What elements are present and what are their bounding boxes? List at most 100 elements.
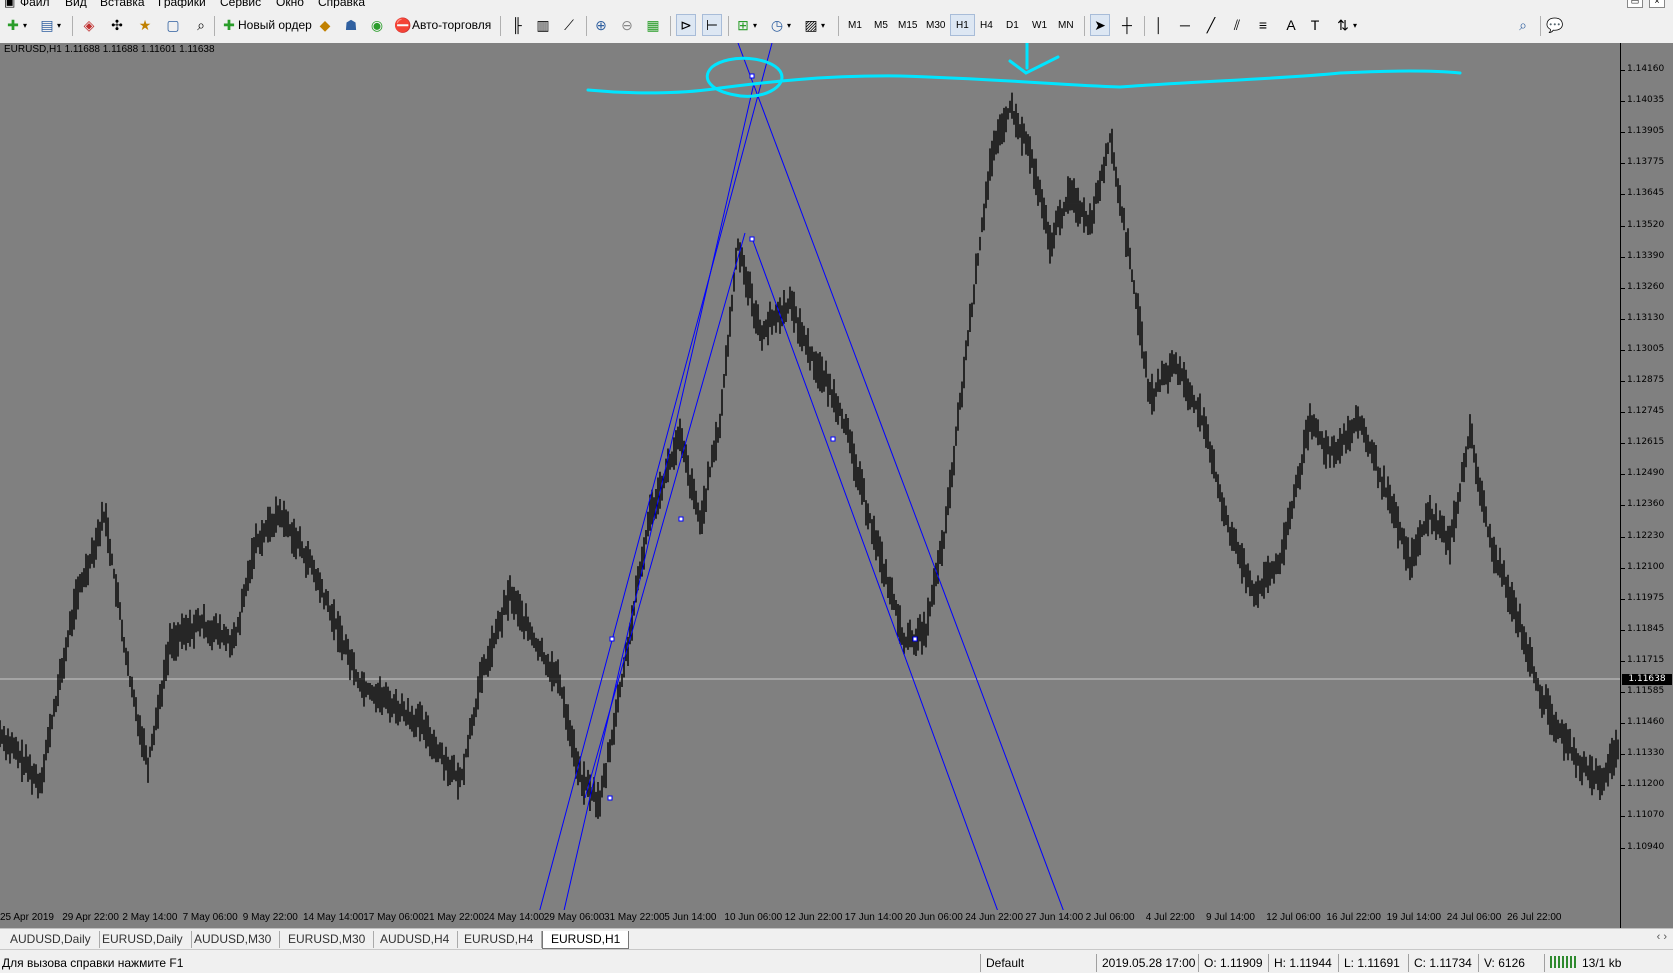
tab-audusd-h4[interactable]: AUDUSD,H4 xyxy=(372,931,459,948)
candlestick-button[interactable]: ▥ xyxy=(534,14,552,36)
price-chart[interactable]: EURUSD,H1 1.11688 1.11688 1.11601 1.1163… xyxy=(0,43,1620,928)
horizontal-line-button[interactable]: ─ xyxy=(1176,14,1194,36)
price-label: 1.13775 xyxy=(1620,157,1665,168)
menu-charts[interactable]: Графики xyxy=(158,0,206,8)
menu-view[interactable]: Вид xyxy=(65,0,87,8)
new-chart-button[interactable]: ✚ ▾ xyxy=(4,14,27,36)
text-button[interactable]: A xyxy=(1282,14,1300,36)
price-scale[interactable]: 1.14160 1.14035 1.13905 1.13775 1.13645 1.135… xyxy=(1620,43,1673,928)
text-label-button[interactable]: T xyxy=(1306,14,1324,36)
new-order-button[interactable]: ✚ Новый ордер xyxy=(220,14,312,36)
metaeditor-button[interactable]: ◆ xyxy=(316,14,334,36)
chart-tabs: AUDUSD,Daily EURUSD,Daily AUDUSD,M30 EUR… xyxy=(0,928,1673,950)
tab-scroll-arrows[interactable]: ‹ › xyxy=(1657,931,1667,943)
arrows-icon: ⇅ xyxy=(1337,17,1349,33)
tf-mn-button[interactable]: MN xyxy=(1058,14,1074,36)
tf-m15-button[interactable]: M15 xyxy=(898,14,917,36)
indicators-button[interactable]: ⊞ ▾ xyxy=(734,14,757,36)
close-window-icon[interactable]: × xyxy=(1649,0,1665,8)
data-window-button[interactable]: ★ xyxy=(136,14,154,36)
tf-h4-button[interactable]: H4 xyxy=(980,14,993,36)
time-label: 27 Jun 14:00 xyxy=(1025,912,1084,923)
tf-m1-button[interactable]: M1 xyxy=(848,14,862,36)
tab-audusd-m30[interactable]: AUDUSD,M30 xyxy=(186,931,281,948)
equidistant-channel-button[interactable]: ⫽ xyxy=(1228,14,1246,36)
profiles-icon: ▤ xyxy=(40,17,54,33)
menu-insert[interactable]: Вставка xyxy=(100,0,145,8)
tf-d1-button[interactable]: D1 xyxy=(1006,14,1019,36)
menu-window[interactable]: Окно xyxy=(276,0,304,8)
new-chart-icon: ✚ xyxy=(7,17,19,33)
trendline-button[interactable]: ╱ xyxy=(1202,14,1220,36)
arrows-button[interactable]: ⇅ ▾ xyxy=(1334,14,1357,36)
tf-w1-button[interactable]: W1 xyxy=(1032,14,1047,36)
tab-eurusd-h4[interactable]: EURUSD,H4 xyxy=(456,931,543,948)
tab-audusd-daily[interactable]: AUDUSD,Daily xyxy=(2,931,100,948)
price-label: 1.12875 xyxy=(1620,375,1665,385)
price-label: 1.14160 xyxy=(1620,64,1665,74)
terminal-button[interactable]: ▢ xyxy=(164,14,182,36)
crosshair-button[interactable]: ┼ xyxy=(1118,14,1136,36)
cursor-button[interactable]: ➤ xyxy=(1090,14,1110,36)
zoom-out-icon: ⊖ xyxy=(621,17,633,33)
mt-logo-icon[interactable]: ▣ xyxy=(4,0,15,8)
price-label: 1.11715 xyxy=(1620,654,1665,665)
autotrading-button[interactable]: ⛔ Авто-торговля xyxy=(394,14,491,36)
restore-window-icon[interactable]: ▭ xyxy=(1627,0,1643,8)
time-label: 20 Jun 06:00 xyxy=(905,912,963,923)
time-label: 24 Jun 22:00 xyxy=(965,912,1024,923)
tab-eurusd-h1[interactable]: EURUSD,H1 xyxy=(542,931,630,949)
vertical-line-icon: │ xyxy=(1154,17,1164,33)
market-watch-icon: ◈ xyxy=(83,17,95,33)
chart-shift-button[interactable]: ⊢ xyxy=(702,14,722,36)
price-label: 1.12100 xyxy=(1620,561,1665,572)
time-label: 16 Jul 22:00 xyxy=(1326,912,1381,923)
time-label: 17 May 06:00 xyxy=(363,912,424,923)
connection-status-icon[interactable] xyxy=(1550,956,1578,968)
price-label: 1.11200 xyxy=(1620,779,1665,790)
time-label: 14 May 14:00 xyxy=(303,912,364,923)
market-watch-button[interactable]: ◈ xyxy=(80,14,98,36)
price-label: 1.11460 xyxy=(1620,717,1665,728)
strategy-tester-button[interactable]: ⌕ xyxy=(192,14,210,36)
menu-file[interactable]: Файл xyxy=(20,0,50,8)
metatrader-window: ▣ Файл Вид Вставка Графики Сервис Окно С… xyxy=(0,0,1673,973)
bar-chart-button[interactable]: ╟ xyxy=(508,14,526,36)
vertical-line-button[interactable]: │ xyxy=(1150,14,1168,36)
profiles-button[interactable]: ▤ ▾ xyxy=(38,14,61,36)
status-close: C: 1.11734 xyxy=(1414,956,1472,970)
fibonacci-button[interactable]: ≡ xyxy=(1254,14,1272,36)
signals-button[interactable]: ☗ xyxy=(342,14,360,36)
time-label: 29 May 06:00 xyxy=(543,912,605,923)
market-button[interactable]: ◉ xyxy=(368,14,386,36)
time-label: 7 May 06:00 xyxy=(182,912,238,923)
periods-button[interactable]: ◷ ▾ xyxy=(768,14,791,36)
chat-button[interactable]: 💬 xyxy=(1546,14,1564,36)
tf-m30-button[interactable]: M30 xyxy=(926,14,945,36)
tab-eurusd-m30[interactable]: EURUSD,M30 xyxy=(280,931,375,948)
signals-icon: ☗ xyxy=(344,17,358,33)
menu-help[interactable]: Справка xyxy=(318,0,365,8)
candlestick-icon: ▥ xyxy=(536,17,550,33)
time-label: 4 Jul 22:00 xyxy=(1145,912,1195,923)
status-low: L: 1.11691 xyxy=(1344,956,1400,970)
search-button[interactable]: ⌕ xyxy=(1514,14,1532,36)
zoom-in-button[interactable]: ⊕ xyxy=(592,14,610,36)
templates-button[interactable]: ▨ ▾ xyxy=(802,14,825,36)
tf-h1-button[interactable]: H1 xyxy=(950,14,975,36)
tile-windows-button[interactable]: ▦ xyxy=(644,14,662,36)
indicators-icon: ⊞ xyxy=(737,17,749,33)
line-chart-button[interactable]: ⟋ xyxy=(560,14,578,36)
tab-eurusd-daily[interactable]: EURUSD,Daily xyxy=(94,931,192,948)
metaeditor-icon: ◆ xyxy=(319,17,331,33)
menu-tools[interactable]: Сервис xyxy=(220,0,261,8)
terminal-icon: ▢ xyxy=(166,17,180,33)
price-label: 1.13905 xyxy=(1620,126,1665,137)
time-label: 24 May 14:00 xyxy=(483,912,545,923)
autoscroll-button[interactable]: ⊳ xyxy=(676,14,696,36)
time-axis[interactable]: 25 Apr 2019 29 Apr 22:00 2 May 14:00 7 May … xyxy=(0,910,1620,928)
tf-m5-button[interactable]: M5 xyxy=(874,14,888,36)
zoom-out-button[interactable]: ⊖ xyxy=(618,14,636,36)
navigator-button[interactable]: ✣ xyxy=(108,14,126,36)
chart-canvas[interactable] xyxy=(0,43,1620,928)
